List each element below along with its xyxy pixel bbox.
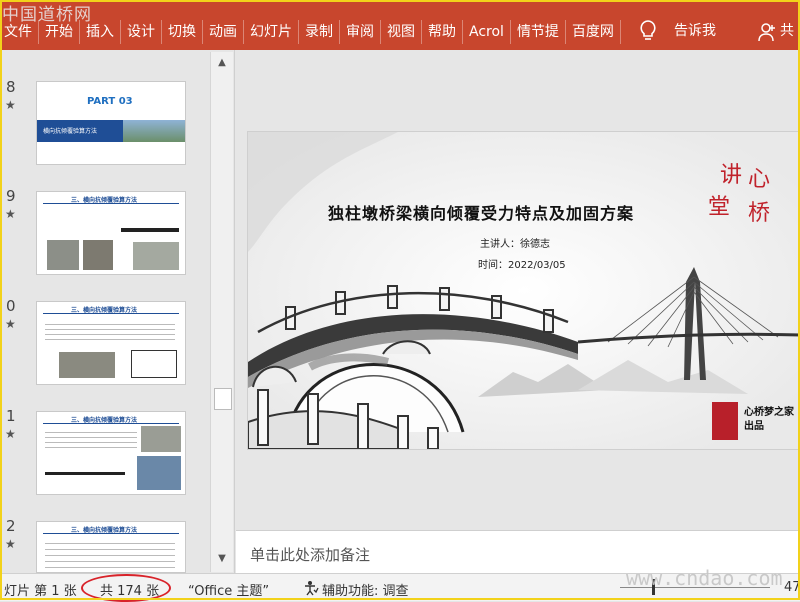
thumb-text-lines [45,428,137,448]
theme-name[interactable]: “Office 主题” [188,580,269,599]
tab-design[interactable]: 设计 [121,20,162,44]
thumb-text-lines [45,538,175,568]
thumb-diagram [131,350,177,378]
tab-acrobat[interactable]: Acrol [463,20,511,44]
thumb-number: 8 [6,78,16,96]
thumb-animation-star-icon: ★ [5,427,16,441]
thumb-heading-rule [43,313,179,314]
logo-calligraphy: 讲 心 堂 桥 [708,163,770,226]
thumb-photo [141,426,181,452]
slide-thumbnail-8[interactable]: PART 03 横向抗倾覆验算方法 [36,81,186,165]
thumb-heading-rule [43,203,179,204]
thumb-part-title: PART 03 [87,96,133,107]
tab-animations[interactable]: 动画 [203,20,244,44]
scroll-up-arrow-icon[interactable]: ▲ [215,56,229,70]
watermark-top: 中国道桥网 [2,5,92,25]
zoom-level[interactable]: 47 [784,580,800,595]
svg-text:堂: 堂 [708,195,730,220]
tab-review[interactable]: 审阅 [340,20,381,44]
share-user-icon[interactable] [758,22,776,42]
tab-transitions[interactable]: 切换 [162,20,203,44]
brand-credit: 心桥梦之家 出品 [744,406,794,434]
slide-thumbnail-10[interactable]: 三、横向抗倾覆验算方法 [36,301,186,385]
thumb-animation-star-icon: ★ [5,317,16,331]
slide-position[interactable]: 灯片 第 1 张 [4,580,77,599]
thumb-photo [83,240,113,270]
tell-me-search[interactable]: 告诉我 [674,20,716,40]
slide-title[interactable]: 独柱墩桥梁横向倾覆受力特点及加固方案 [328,200,634,224]
current-slide[interactable]: 独柱墩桥梁横向倾覆受力特点及加固方案 主讲人：徐德志 时间：2022/03/05… [247,131,800,450]
tab-help[interactable]: 帮助 [422,20,463,44]
thumb-heading-rule [43,533,179,534]
watermark-bottom: www.cndao.com [626,566,783,590]
thumb-photo [59,352,115,378]
slide-thumbnail-12[interactable]: 三、横向抗倾覆验算方法 [36,521,186,573]
notes-placeholder[interactable]: 单击此处添加备注 [250,544,370,565]
slide-date[interactable]: 时间：2022/03/05 [478,256,566,271]
tab-baidu[interactable]: 百度网 [566,20,621,44]
slide-speaker[interactable]: 主讲人：徐德志 [480,235,550,250]
scroll-down-arrow-icon[interactable]: ▼ [215,552,229,566]
share-button[interactable]: 共 [780,20,794,40]
slide-thumbnail-11[interactable]: 三、横向抗倾覆验算方法 [36,411,186,495]
tab-slideshow[interactable]: 幻灯片 [244,20,299,44]
svg-text:讲: 讲 [720,163,742,188]
tab-record[interactable]: 录制 [299,20,340,44]
thumb-diagram [121,216,179,232]
thumb-photo [133,242,179,270]
thumb-number: 9 [6,187,16,205]
tab-storyboard[interactable]: 情节提 [511,20,566,44]
thumb-photo [137,456,181,490]
thumb-animation-star-icon: ★ [5,98,16,112]
thumb-photo [47,240,79,270]
ribbon: 文件 开始 插入 设计 切换 动画 幻灯片 录制 审阅 视图 帮助 Acrol … [0,0,800,50]
thumb-number: 0 [6,297,16,315]
tab-view[interactable]: 视图 [381,20,422,44]
thumb-text-lines [45,320,175,342]
lightbulb-icon[interactable] [638,19,658,43]
thumb-heading-rule [43,423,179,424]
ribbon-tabs: 文件 开始 插入 设计 切换 动画 幻灯片 录制 审阅 视图 帮助 Acrol … [0,14,621,50]
accessibility-status[interactable]: 辅助功能: 调查 [322,580,409,599]
thumb-number: 1 [6,407,16,425]
thumb-animation-star-icon: ★ [5,207,16,221]
brand-credit-line1: 心桥梦之家 [744,407,794,418]
thumb-bar-label: 横向抗倾覆验算方法 [43,128,98,135]
accessibility-icon[interactable] [303,580,319,596]
thumb-number: 2 [6,517,16,535]
svg-text:心: 心 [748,167,770,192]
red-seal-stamp [712,402,738,440]
thumb-photo [123,120,185,142]
scrollbar-thumb[interactable] [214,388,232,410]
slide-thumbnail-9[interactable]: 三、横向抗倾覆验算方法 [36,191,186,275]
annotation-circle [81,574,171,602]
thumbnail-scrollbar[interactable]: ▲ ▼ [210,52,233,572]
thumb-animation-star-icon: ★ [5,537,16,551]
svg-text:桥: 桥 [748,201,770,226]
brand-credit-line2: 出品 [744,421,764,432]
thumb-diagram [45,464,125,475]
